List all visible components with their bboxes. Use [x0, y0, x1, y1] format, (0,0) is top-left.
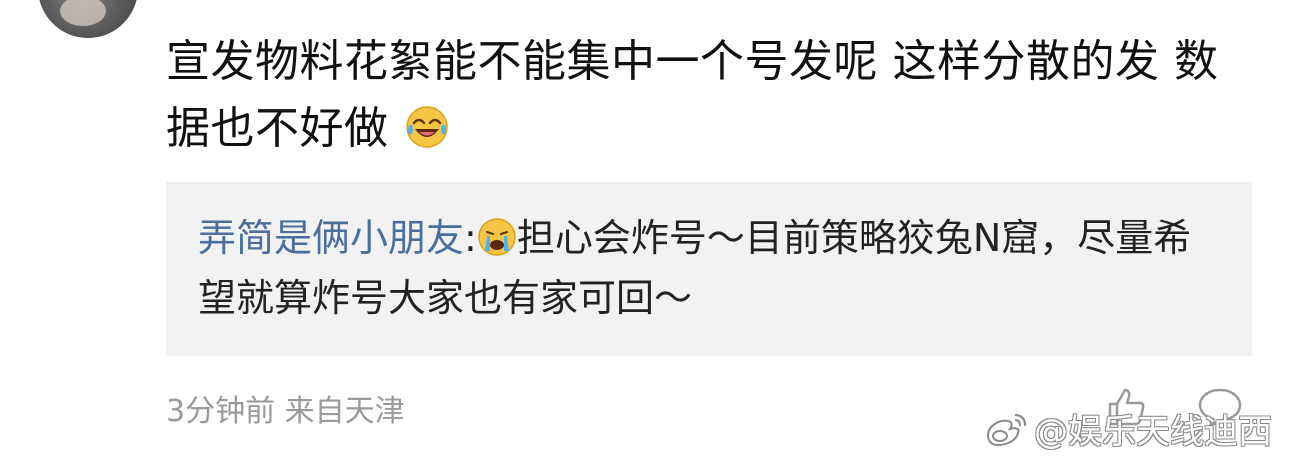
watermark: @娱乐天线迪西: [980, 404, 1272, 453]
avatar-image-detail: [60, 0, 106, 26]
comment-time: 3分钟前: [166, 394, 276, 429]
crying-emoji-icon: [478, 218, 516, 256]
quoted-reply[interactable]: 弄简是俩小朋友: 担心会炸号～目前策略狡兔N窟，尽量希望就算炸号大家也有家可回～: [166, 182, 1252, 356]
comment-meta: 3分钟前 来自天津: [166, 386, 405, 430]
comment-source: 来自天津: [284, 394, 405, 429]
comment-card: 宣发物料花絮能不能集中一个号发呢 这样分散的发 数据也不好做 弄简是俩小朋友: …: [0, 0, 1290, 458]
comment-body: 宣发物料花絮能不能集中一个号发呢 这样分散的发 数据也不好做: [166, 28, 1256, 162]
avatar[interactable]: [38, 0, 138, 38]
crying-laughing-emoji-icon: [406, 106, 448, 148]
weibo-logo-icon: [986, 413, 1027, 446]
comment-text: 宣发物料花絮能不能集中一个号发呢 这样分散的发 数据也不好做: [166, 36, 1219, 154]
quoted-separator: :: [464, 216, 477, 260]
watermark-text: @娱乐天线迪西: [1034, 412, 1272, 452]
quoted-author-link[interactable]: 弄简是俩小朋友: [198, 216, 464, 260]
quoted-reply-content: 弄简是俩小朋友: 担心会炸号～目前策略狡兔N窟，尽量希望就算炸号大家也有家可回～: [198, 208, 1218, 328]
